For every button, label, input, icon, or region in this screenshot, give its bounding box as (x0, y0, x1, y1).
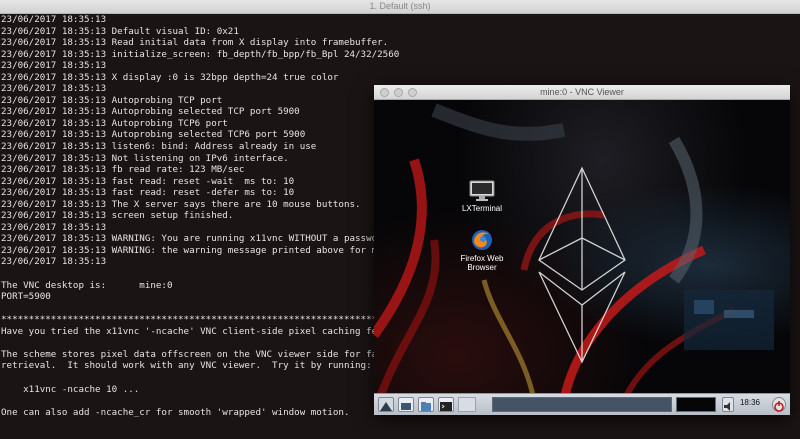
lxterminal-label: LXTerminal (461, 204, 502, 213)
wallpaper (374, 103, 774, 400)
vnc-viewer-window[interactable]: mine:0 - VNC Viewer LXTerminal Firefox W… (374, 85, 790, 415)
desktop-icon[interactable] (398, 397, 414, 412)
desktop-icon-firefox[interactable]: Firefox Web Browser (447, 228, 517, 272)
terminal-titlebar[interactable]: 1. Default (ssh) (0, 0, 800, 14)
file-manager-icon[interactable] (418, 397, 434, 412)
lxde-taskbar[interactable]: 18:36 (374, 393, 790, 415)
monitor-icon (469, 180, 495, 201)
terminal-title: 1. Default (ssh) (369, 1, 431, 11)
volume-icon[interactable] (722, 397, 734, 412)
vnc-titlebar[interactable]: mine:0 - VNC Viewer (374, 85, 790, 100)
taskbar-clock[interactable]: 18:36 (740, 398, 760, 407)
firefox-icon (472, 230, 492, 250)
desktop-icon-lxterminal[interactable]: LXTerminal (447, 180, 517, 213)
vnc-window-title: mine:0 - VNC Viewer (540, 87, 624, 97)
terminal-line: 23/06/2017 18:35:13 X display :0 is 32bp… (1, 71, 339, 83)
remote-desktop[interactable]: LXTerminal Firefox Web Browser (374, 100, 790, 400)
firefox-label-line1: Firefox Web (460, 254, 504, 263)
firefox-label-line2: Browser (467, 263, 497, 272)
taskbar-spacer (458, 397, 476, 412)
menu-icon[interactable] (378, 397, 394, 412)
terminal-line: 23/06/2017 18:35:13 (1, 14, 107, 25)
power-icon[interactable] (772, 397, 786, 412)
cpu-monitor (676, 397, 716, 412)
task-list[interactable] (492, 397, 672, 412)
terminal-line: 23/06/2017 18:35:13 initialize_screen: f… (1, 48, 400, 60)
terminal-line: 23/06/2017 18:35:13 (1, 60, 107, 72)
terminal-icon[interactable] (438, 397, 454, 412)
terminal-line: 23/06/2017 18:35:13 Default visual ID: 0… (1, 25, 239, 37)
terminal-line: 23/06/2017 18:35:13 Read initial data fr… (1, 37, 389, 49)
